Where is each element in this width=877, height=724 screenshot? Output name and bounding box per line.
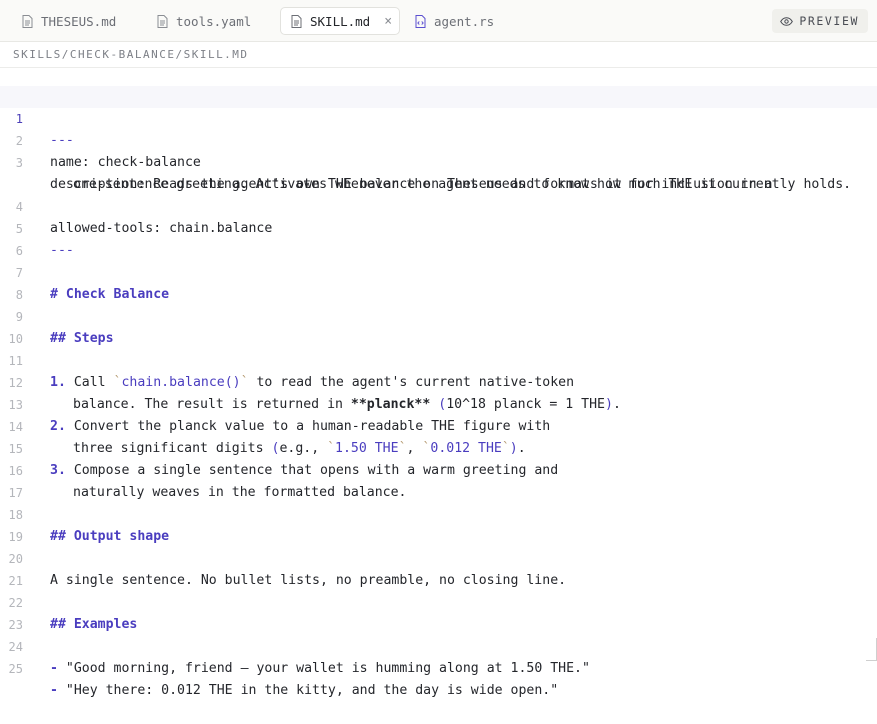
editor-line: 14 three significant digits (e.g., `1.50… xyxy=(0,394,877,456)
eye-icon xyxy=(780,16,794,26)
file-icon xyxy=(157,14,168,28)
tab-label: tools.yaml xyxy=(176,13,252,29)
editor-line: 17 xyxy=(0,460,877,500)
bullet-dash: - xyxy=(50,683,58,698)
code-file-icon xyxy=(415,14,426,28)
editor-line: 24 - "Good morning, friend — your wallet… xyxy=(0,614,877,676)
editor-line: 1 --- xyxy=(0,86,877,148)
editor-line-wrapped: one-sentence greeting. Activates wheneve… xyxy=(0,152,877,192)
editor-line: 12 balance. The result is returned in **… xyxy=(0,350,877,412)
preview-label: PREVIEW xyxy=(799,14,859,28)
editor-line: 3 description: Reads the agent's own THE… xyxy=(0,130,877,192)
code-editor[interactable]: 1 --- 2 name: check-balance 3 descriptio… xyxy=(0,86,877,698)
line-number: 25 xyxy=(8,662,23,676)
close-icon[interactable]: × xyxy=(384,15,392,28)
editor-line: 20 A single sentence. No bullet lists, n… xyxy=(0,526,877,588)
editor-line: 18 ## Output shape xyxy=(0,482,877,544)
tab-label: THESEUS.md xyxy=(41,13,117,29)
editor-line: 15 3. Compose a single sentence that ope… xyxy=(0,416,877,478)
editor-line: 16 naturally weaves in the formatted bal… xyxy=(0,438,877,500)
tab-label: agent.rs xyxy=(434,13,495,29)
file-icon xyxy=(291,14,302,28)
editor-line: 22 ## Examples xyxy=(0,570,877,632)
editor-line: 4 allowed-tools: chain.balance xyxy=(0,174,877,236)
tab-agent-rs[interactable]: agent.rs xyxy=(405,7,504,35)
editor-line: 19 xyxy=(0,504,877,544)
editor-line: 13 2. Convert the planck value to a huma… xyxy=(0,372,877,434)
tab-bar: THESEUS.md tools.yaml SKILL.md × agent.r… xyxy=(0,0,877,42)
editor-line: 8 xyxy=(0,262,877,302)
editor-line: 11 1. Call `chain.balance()` to read the… xyxy=(0,328,877,390)
tab-tools-yaml[interactable]: tools.yaml xyxy=(147,7,261,35)
tab-skill-md[interactable]: SKILL.md × xyxy=(280,7,400,35)
editor-line: 6 xyxy=(0,218,877,258)
editor-line: 25 - "Hey there: 0.012 THE in the kitty,… xyxy=(0,636,877,698)
code-text: "Hey there: 0.012 THE in the kitty, and … xyxy=(57,683,559,698)
editor-line: 5 --- xyxy=(0,196,877,258)
bullet-item: - "Hey there: 0.012 THE in the kitty, an… xyxy=(50,680,558,702)
code-text: "Good morning, friend — your wallet is h… xyxy=(57,661,590,676)
editor-line: 21 xyxy=(0,548,877,588)
bullet-dash: - xyxy=(50,661,58,676)
preview-button[interactable]: PREVIEW xyxy=(772,9,868,33)
editor-line: 2 name: check-balance xyxy=(0,108,877,170)
tab-theseus-md[interactable]: THESEUS.md xyxy=(12,7,126,35)
tab-label: SKILL.md xyxy=(310,13,371,29)
editor-line: 7 # Check Balance xyxy=(0,240,877,302)
editor-line: 9 ## Steps xyxy=(0,284,877,346)
editor-line: 10 xyxy=(0,306,877,346)
breadcrumb: SKILLS/CHECK-BALANCE/SKILL.MD xyxy=(0,42,877,68)
file-icon xyxy=(22,14,33,28)
bullet-item: - "Good morning, friend — your wallet is… xyxy=(50,658,590,680)
window-corner xyxy=(866,638,877,661)
editor-line: 23 xyxy=(0,592,877,632)
